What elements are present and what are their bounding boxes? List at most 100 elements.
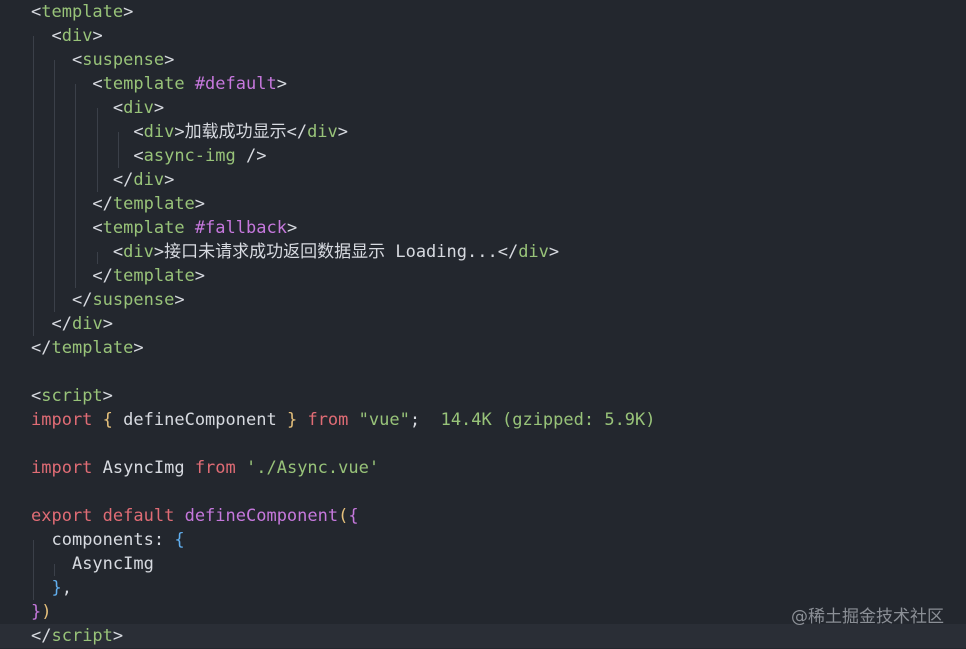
tag-bracket: </ bbox=[497, 242, 519, 262]
code-line-26: }) bbox=[31, 600, 52, 624]
brace: { bbox=[348, 506, 359, 526]
tag-text: 加载成功显示 bbox=[184, 122, 287, 142]
tag-name: div bbox=[123, 242, 154, 262]
keyword: export bbox=[31, 506, 93, 526]
code-line-12: </template> bbox=[31, 264, 205, 288]
tag-bracket: > bbox=[286, 218, 298, 238]
keyword: from bbox=[307, 410, 349, 430]
code-line-6: <div>加载成功显示</div> bbox=[31, 120, 348, 144]
keyword: default bbox=[102, 506, 175, 526]
paren: ( bbox=[338, 506, 349, 526]
code-line-23: components: { bbox=[31, 528, 185, 552]
tag-bracket: > bbox=[276, 74, 287, 94]
tag-name: template bbox=[112, 194, 195, 214]
code-line-4: <template #default> bbox=[31, 72, 287, 96]
tag-name: div bbox=[71, 314, 103, 334]
tag-name: div bbox=[61, 26, 93, 46]
tag-name: template bbox=[102, 74, 185, 94]
brace: { bbox=[174, 530, 185, 550]
code-line-15: </template> bbox=[31, 336, 144, 360]
code-line-3: <suspense> bbox=[31, 48, 174, 72]
tag-name: template bbox=[102, 218, 185, 238]
code-line-11: <div>接口未请求成功返回数据显示 Loading...</div> bbox=[31, 240, 559, 264]
tag-bracket: > bbox=[194, 266, 206, 286]
code-line-10: <template #fallback> bbox=[31, 216, 297, 240]
import-size-hint: 14.4K (gzipped: 5.9K) bbox=[440, 410, 656, 430]
tag-bracket: </ bbox=[51, 314, 72, 334]
semicolon: ; bbox=[409, 410, 421, 430]
brace: } bbox=[286, 410, 298, 430]
tag-name: div bbox=[133, 170, 165, 190]
tag-bracket: > bbox=[174, 122, 185, 142]
tag-name: script bbox=[41, 386, 103, 406]
code-line-9: </template> bbox=[31, 192, 205, 216]
tag-bracket: > bbox=[194, 194, 206, 214]
tag-bracket: </ bbox=[31, 338, 52, 358]
paren: ) bbox=[41, 602, 52, 622]
tag-bracket: > bbox=[112, 626, 124, 646]
tag-bracket: </ bbox=[71, 290, 93, 310]
tag-name: div bbox=[143, 122, 175, 142]
tag-bracket: > bbox=[174, 290, 185, 310]
tag-bracket: < bbox=[92, 74, 103, 94]
tag-bracket: > bbox=[153, 98, 165, 118]
slot-attribute: #fallback bbox=[194, 218, 287, 238]
tag-name: script bbox=[51, 626, 113, 646]
tag-name: div bbox=[518, 242, 549, 262]
code-line-18: import { defineComponent } from "vue"; 1… bbox=[31, 408, 656, 432]
tag-bracket: > bbox=[153, 242, 165, 262]
string-literal: './Async.vue' bbox=[246, 458, 380, 478]
code-line-8: </div> bbox=[31, 168, 174, 192]
tag-name: async-img bbox=[143, 146, 236, 166]
tag-name: div bbox=[123, 98, 154, 118]
tag-bracket: > bbox=[102, 314, 113, 334]
tag-name: suspense bbox=[82, 50, 165, 70]
tag-bracket: </ bbox=[92, 194, 113, 214]
identifier: AsyncImg bbox=[71, 554, 154, 574]
code-line-17: <script> bbox=[31, 384, 113, 408]
code-line-13: </suspense> bbox=[31, 288, 185, 312]
tag-bracket: < bbox=[51, 26, 62, 46]
keyword: import bbox=[31, 458, 93, 478]
tag-bracket: </ bbox=[286, 122, 308, 142]
identifier: defineComponent bbox=[123, 410, 277, 430]
code-line-1: <template> bbox=[31, 0, 133, 24]
comma: , bbox=[61, 578, 72, 598]
tag-bracket: < bbox=[133, 146, 144, 166]
tag-bracket: < bbox=[133, 122, 144, 142]
code-line-24: AsyncImg bbox=[31, 552, 154, 576]
keyword: from bbox=[194, 458, 236, 478]
tag-bracket: < bbox=[112, 98, 124, 118]
keyword: import bbox=[31, 410, 93, 430]
property-key: components: bbox=[51, 530, 165, 550]
tag-bracket: < bbox=[92, 218, 103, 238]
tag-bracket: > bbox=[337, 122, 349, 142]
tag-bracket: > bbox=[164, 50, 175, 70]
code-line-25: }, bbox=[31, 576, 72, 600]
string-literal: "vue" bbox=[358, 410, 410, 430]
function-name: defineComponent bbox=[184, 506, 339, 526]
brace: } bbox=[31, 602, 42, 622]
tag-name: template bbox=[112, 266, 195, 286]
tag-bracket: > bbox=[133, 338, 144, 358]
tag-bracket: > bbox=[102, 386, 113, 406]
slot-attribute: #default bbox=[194, 74, 277, 94]
tag-bracket: > bbox=[92, 26, 103, 46]
brace: { bbox=[102, 410, 113, 430]
watermark: @稀土掘金技术社区 bbox=[791, 607, 944, 627]
code-line-14: </div> bbox=[31, 312, 113, 336]
tag-bracket: > bbox=[164, 170, 175, 190]
tag-bracket: </ bbox=[92, 266, 113, 286]
code-line-22: export default defineComponent({ bbox=[31, 504, 359, 528]
tag-name: suspense bbox=[92, 290, 175, 310]
code-line-7: <async-img /> bbox=[31, 144, 266, 168]
tag-bracket: < bbox=[71, 50, 83, 70]
tag-name: template bbox=[41, 2, 124, 22]
identifier: AsyncImg bbox=[102, 458, 185, 478]
code-editor[interactable]: <template> <div> <suspense> <template #d… bbox=[0, 0, 966, 649]
tag-name: template bbox=[51, 338, 134, 358]
tag-bracket: > bbox=[123, 2, 134, 22]
code-line-20: import AsyncImg from './Async.vue' bbox=[31, 456, 379, 480]
code-line-5: <div> bbox=[31, 96, 164, 120]
tag-bracket: </ bbox=[31, 626, 52, 646]
